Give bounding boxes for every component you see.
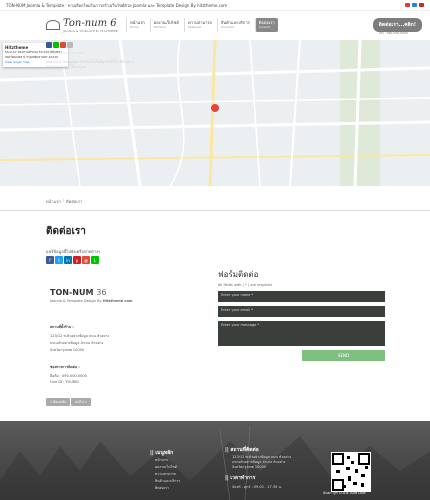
company-tagline: Joomla & Template Design By Hitztheme.co… bbox=[50, 299, 133, 303]
address-heading: สถานที่ตั้งร้าน : bbox=[50, 325, 74, 329]
company-name: TON-NUM 36 bbox=[50, 288, 107, 297]
qr-code-icon bbox=[331, 452, 371, 492]
top-bar: TON-NUM Joomla & Template · ทางเลือกใหม่… bbox=[0, 0, 430, 11]
breadcrumb-home[interactable]: หน้าแรก bbox=[46, 198, 61, 205]
address-line: จังหวัดกรุงเทพ 10000 bbox=[50, 348, 85, 352]
footer-menu-item[interactable]: ความสามารถ bbox=[155, 471, 180, 478]
footer-menu-item[interactable]: ติดต่อเรา bbox=[155, 485, 180, 492]
footer-line-icon[interactable] bbox=[53, 42, 59, 48]
email-field[interactable]: Enter your email * bbox=[218, 306, 385, 317]
footer-menu-item[interactable]: ผลงานเว็บไซต์ bbox=[155, 464, 180, 471]
name-field[interactable]: Enter your name * bbox=[218, 291, 385, 302]
footer-hours: จันทร์ - ศุกร์ : 09.00 - 17.30 น. bbox=[232, 485, 282, 489]
footer-youtube-icon[interactable] bbox=[60, 42, 66, 48]
nav-item-products[interactable]: สินค้าและบริการ Products bbox=[216, 18, 253, 32]
nav-item-portfolio[interactable]: ผลงานเว็บไซต์ Portfolio bbox=[149, 18, 182, 32]
line-icon[interactable]: L bbox=[91, 256, 99, 264]
nav-item-contact[interactable]: ติดต่อเรา Contact bbox=[254, 18, 278, 32]
prev-button[interactable]: « ย้อนกลับ bbox=[46, 398, 71, 406]
footer-social bbox=[46, 42, 73, 48]
contact-heading: ช่องทางการติดต่อ : bbox=[50, 365, 80, 369]
share-icons: f t in p @ L bbox=[46, 256, 99, 264]
language-flags bbox=[405, 3, 424, 7]
qr-caption: Scan QR CODE Add LINE bbox=[323, 491, 366, 495]
message-field[interactable]: Enter your message * bbox=[218, 321, 385, 346]
main-nav: หน้าแรก Home ผลงานเว็บไซต์ Portfolio ความส… bbox=[126, 18, 278, 32]
footer-logo[interactable]: Ton-num 6 bbox=[60, 24, 108, 34]
address-line: 123/12 ซ.ตัวอย่างข้อมูล ถนน ตัวอย่าง bbox=[50, 334, 110, 338]
footer-address: 123/12 ซ.ตัวอย่างข้อมูล ถนน ตัวอย่าง แขว… bbox=[232, 455, 292, 469]
nav-item-features[interactable]: ความสามารถ Features bbox=[183, 18, 215, 32]
email-share-icon[interactable]: @ bbox=[82, 256, 90, 264]
contact-us-button[interactable]: ติดต่อเรา...คลิก! bbox=[372, 18, 422, 32]
twitter-icon[interactable]: t bbox=[55, 256, 63, 264]
form-title: ฟอร์มติดต่อ bbox=[218, 270, 259, 279]
footer-description: Joomla & Template สำหรับเว็บไซต์ธุรกิจทั… bbox=[46, 60, 135, 69]
footer-menu-item[interactable]: หน้าแรก bbox=[155, 457, 180, 464]
nav-item-home[interactable]: หน้าแรก Home bbox=[126, 18, 148, 32]
linkedin-icon[interactable]: in bbox=[64, 256, 72, 264]
form-note: All fields with ( * ) are required bbox=[218, 283, 272, 287]
top-bar-text: TON-NUM Joomla & Template · ทางเลือกใหม่… bbox=[6, 2, 228, 8]
contact-phone: มือถือ : 090-000-0000 bbox=[50, 374, 87, 378]
address-line: แขวงตัวอย่างข้อมูล อำเภอ ตัวอย่าง bbox=[50, 341, 104, 345]
footer-menu: หน้าแรก ผลงานเว็บไซต์ ความสามารถ สินค้าแ… bbox=[155, 457, 180, 492]
divider bbox=[0, 210, 430, 211]
send-button[interactable]: SEND bbox=[302, 350, 385, 361]
flag-icon-2[interactable] bbox=[412, 3, 417, 7]
contact-line-id: Line ID : YOURID bbox=[50, 380, 79, 384]
breadcrumb: หน้าแรก / ติดต่อเรา bbox=[46, 198, 83, 205]
footer-menu-item[interactable]: สินค้าและบริการ bbox=[155, 478, 180, 485]
logo-mark-icon bbox=[46, 20, 60, 30]
pinterest-icon[interactable]: p bbox=[73, 256, 81, 264]
next-button[interactable]: ต่อไป » bbox=[71, 398, 91, 406]
footer-facebook-icon[interactable] bbox=[46, 42, 52, 48]
footer-address-heading: || สถานที่ติดต่อ bbox=[225, 447, 259, 453]
footer-email[interactable]: info@yourdesign.com bbox=[46, 51, 84, 55]
header-phone: โทร : 090-000-0000 bbox=[378, 31, 408, 35]
map-pin-icon bbox=[211, 104, 219, 112]
breadcrumb-current: ติดต่อเรา bbox=[66, 199, 83, 204]
page-title: ติดต่อเรา bbox=[46, 226, 86, 237]
flag-icon-3[interactable] bbox=[419, 3, 424, 7]
share-label: แชร์ข้อมูลนี้ไปยังเครือข่ายต่างๆ bbox=[46, 249, 101, 254]
facebook-icon[interactable]: f bbox=[46, 256, 54, 264]
pager: « ย้อนกลับ ต่อไป » bbox=[46, 398, 91, 406]
footer-mail-icon[interactable] bbox=[67, 42, 73, 48]
footer-menu-heading: || เมนูหลัก bbox=[150, 450, 174, 456]
footer-hours-heading: || เวลาทำการ bbox=[225, 475, 256, 481]
flag-icon-1[interactable] bbox=[405, 3, 410, 7]
